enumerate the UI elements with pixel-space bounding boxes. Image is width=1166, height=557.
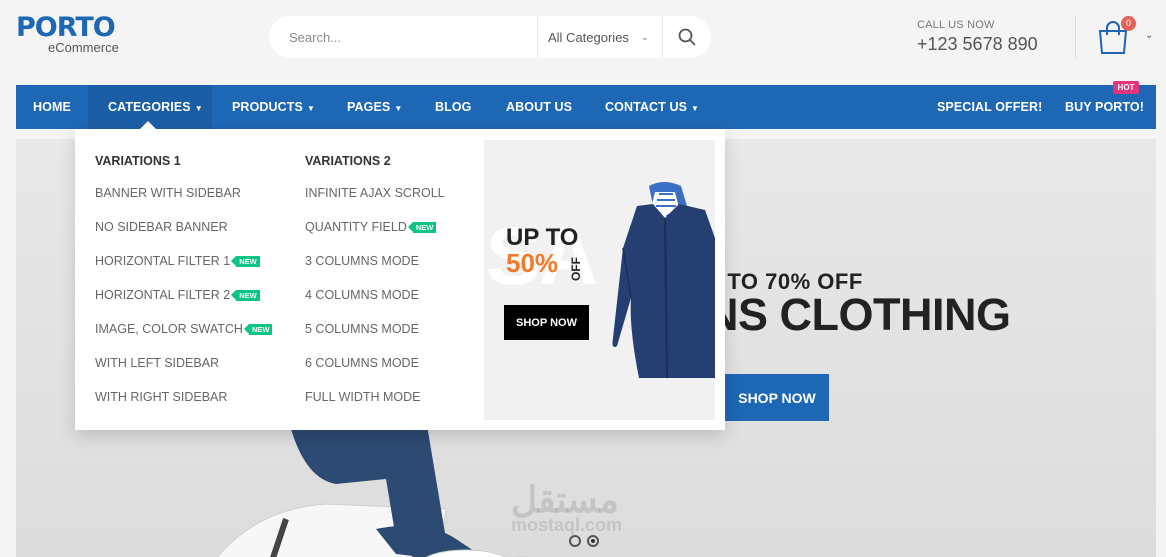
call-us-label: CALL US NOW (917, 19, 995, 31)
menu-item-label: IMAGE, COLOR SWATCH (95, 322, 243, 336)
watermark-sub: mostaql.com (511, 515, 623, 535)
cart-button[interactable]: 0 (1097, 16, 1137, 56)
menu-item[interactable]: FULL WIDTH MODE (305, 380, 445, 414)
slider-dot-active[interactable] (587, 535, 599, 547)
variations-1-column: VARIATIONS 1 BANNER WITH SIDEBAR NO SIDE… (95, 154, 273, 414)
menu-item[interactable]: 6 COLUMNS MODE (305, 346, 445, 380)
categories-dropdown: VARIATIONS 1 BANNER WITH SIDEBAR NO SIDE… (75, 129, 725, 430)
cart-count-badge: 0 (1121, 16, 1136, 31)
search-button[interactable] (663, 28, 711, 46)
promo-banner[interactable]: SA UP TO 50% OFF SHOP NOW (484, 140, 715, 420)
menu-item[interactable]: NO SIDEBAR BANNER (95, 210, 272, 244)
menu-item[interactable]: INFINITE AJAX SCROLL (305, 176, 445, 210)
phone-number[interactable]: +123 5678 890 (917, 34, 1038, 55)
menu-item[interactable]: 5 COLUMNS MODE (305, 312, 445, 346)
variations-2-column: VARIATIONS 2 INFINITE AJAX SCROLL QUANTI… (305, 154, 445, 414)
category-select[interactable]: All Categories ⌄ (537, 16, 663, 58)
nav-categories-label: CATEGORIES (108, 100, 191, 114)
slider-dots (569, 535, 599, 547)
menu-item[interactable]: 3 COLUMNS MODE (305, 244, 445, 278)
column-title: VARIATIONS 1 (95, 154, 181, 168)
new-badge: NEW (231, 290, 260, 301)
watermark-text: مستقل (511, 479, 619, 520)
chevron-down-icon: ▼ (394, 104, 403, 113)
slider-dot[interactable] (569, 535, 581, 547)
menu-item[interactable]: BANNER WITH SIDEBAR (95, 176, 272, 210)
jacket-image (612, 182, 715, 378)
nav-about-us[interactable]: ABOUT US (506, 85, 572, 129)
chevron-down-icon: ▼ (306, 104, 315, 113)
nav-contact-us-label: CONTACT US (605, 100, 688, 114)
menu-item[interactable]: HORIZONTAL FILTER 1 NEW (95, 244, 272, 278)
menu-item[interactable]: IMAGE, COLOR SWATCH NEW (95, 312, 273, 346)
logo[interactable]: PORTO eCommerce (16, 12, 119, 55)
header-divider (1075, 16, 1076, 58)
menu-item[interactable]: QUANTITY FIELD NEW (305, 210, 445, 244)
watermark: مستقل mostaql.com (511, 479, 622, 536)
nav-special-offer[interactable]: SPECIAL OFFER! (937, 85, 1042, 129)
dropdown-arrow (140, 121, 156, 129)
nav-home[interactable]: HOME (33, 85, 71, 129)
call-us: CALL US NOW +123 5678 890 (917, 19, 1038, 55)
nav-blog[interactable]: BLOG (435, 85, 472, 129)
search-icon (678, 28, 696, 46)
logo-tagline: eCommerce (48, 40, 119, 55)
menu-item-label: QUANTITY FIELD (305, 220, 407, 234)
new-badge: NEW (407, 222, 437, 233)
menu-item[interactable]: WITH LEFT SIDEBAR (95, 346, 272, 380)
main-nav: HOME CATEGORIES ▼ PRODUCTS ▼ PAGES ▼ BLOG A… (16, 85, 1156, 129)
hero-title: NS CLOTHING (706, 289, 1011, 340)
category-select-value: All Categories (548, 29, 629, 45)
promo-percent: 50% (506, 248, 559, 278)
menu-item[interactable]: HORIZONTAL FILTER 2 NEW (95, 278, 272, 312)
menu-item-label: HORIZONTAL FILTER 1 (95, 254, 231, 268)
new-badge: NEW (231, 256, 260, 267)
column-title: VARIATIONS 2 (305, 154, 391, 168)
promo-off: OFF (569, 257, 583, 281)
chevron-down-icon: ▼ (194, 104, 203, 113)
hero-shop-now-button[interactable]: SHOP NOW (725, 374, 829, 421)
menu-item[interactable]: WITH RIGHT SIDEBAR (95, 380, 272, 414)
nav-contact-us[interactable]: CONTACT US ▼ (605, 85, 699, 129)
hot-badge: HOT (1113, 81, 1139, 94)
nav-products-label: PRODUCTS (232, 100, 303, 114)
promo-shop-now-button[interactable]: SHOP NOW (504, 305, 589, 340)
nav-products[interactable]: PRODUCTS ▼ (232, 85, 315, 129)
chevron-down-icon[interactable]: ⌄ (1145, 30, 1153, 41)
chevron-down-icon: ⌄ (640, 31, 649, 42)
chevron-down-icon: ▼ (691, 104, 700, 113)
menu-item-label: HORIZONTAL FILTER 2 (95, 288, 231, 302)
nav-pages[interactable]: PAGES ▼ (347, 85, 402, 129)
search-input[interactable] (269, 29, 537, 45)
nav-pages-label: PAGES (347, 100, 391, 114)
menu-item[interactable]: 4 COLUMNS MODE (305, 278, 445, 312)
new-badge: NEW (244, 324, 273, 335)
search-bar: All Categories ⌄ (269, 16, 711, 58)
